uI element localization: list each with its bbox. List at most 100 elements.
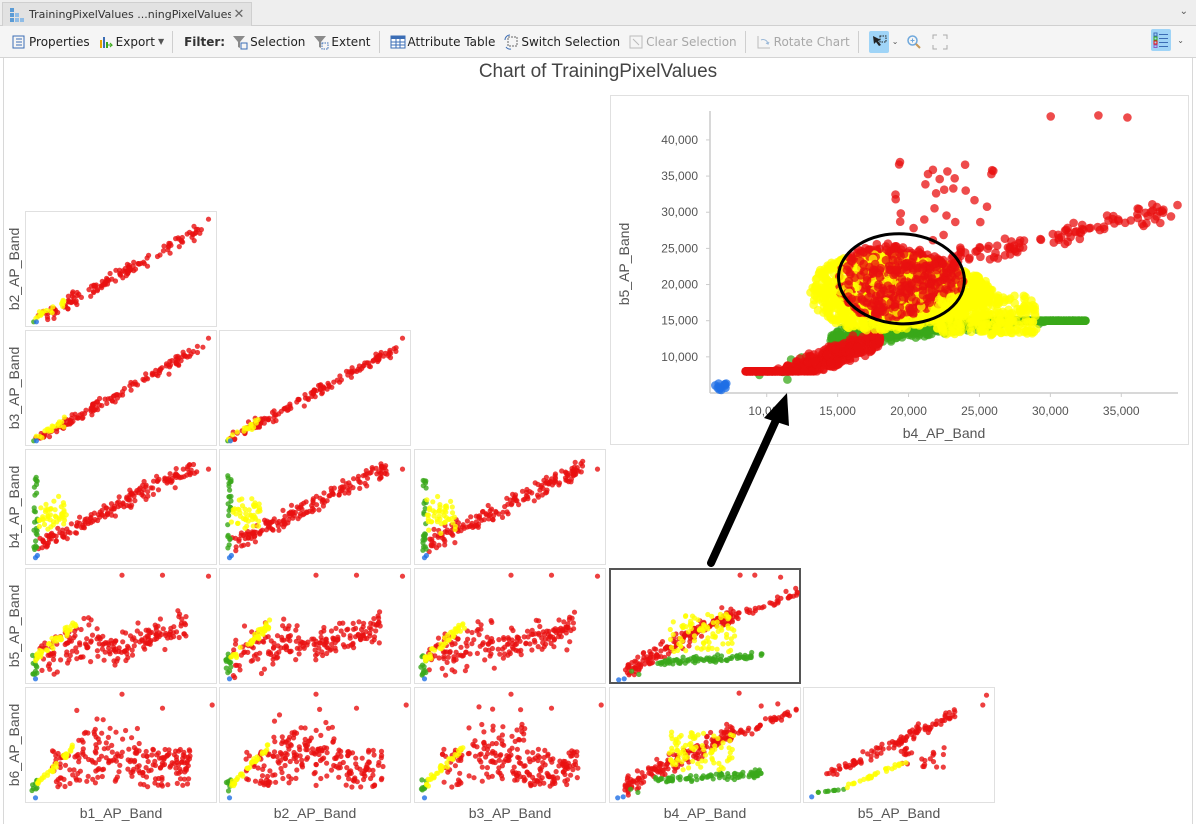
data-point-red — [337, 620, 343, 626]
data-point-red — [92, 749, 98, 755]
data-point-yellow — [706, 639, 712, 645]
matrix-cell-b4_AP_Band-vs-b2_AP_Band[interactable] — [219, 449, 411, 565]
x-tick-label: 10,000 — [748, 404, 785, 418]
filter-extent-button[interactable]: Extent — [310, 30, 373, 54]
attribute-table-button[interactable]: Attribute Table — [387, 30, 499, 54]
data-point-red — [268, 519, 275, 525]
data-point-red — [205, 216, 212, 222]
data-point-red — [375, 613, 381, 619]
data-point-yellow — [44, 647, 51, 654]
matrix-cell-plot — [30, 572, 212, 682]
data-point-red — [61, 776, 67, 782]
matrix-cell-plot — [31, 216, 212, 325]
data-point-red — [301, 403, 307, 409]
matrix-cell-b6_AP_Band-vs-b4_AP_Band[interactable] — [609, 687, 801, 803]
data-point-yellow — [682, 756, 688, 762]
matrix-cell-b6_AP_Band-vs-b2_AP_Band[interactable] — [219, 687, 411, 803]
chevron-down-icon[interactable]: ⌄ — [1180, 6, 1188, 17]
data-point-green — [228, 498, 234, 504]
data-point-red — [276, 760, 282, 766]
matrix-cell-b4_AP_Band-vs-b1_AP_Band[interactable] — [25, 449, 217, 565]
data-point-red — [103, 505, 109, 511]
full-extent-button[interactable] — [929, 30, 953, 54]
switch-selection-icon — [504, 34, 518, 50]
data-point-red — [428, 542, 434, 548]
matrix-cell-b6_AP_Band-vs-b1_AP_Band[interactable] — [25, 687, 217, 803]
data-point-red — [553, 769, 559, 775]
export-button[interactable]: Export ▼ — [95, 30, 167, 54]
data-point-green — [1081, 316, 1090, 325]
matrix-cell-b6_AP_Band-vs-b5_AP_Band[interactable] — [803, 687, 995, 803]
caret-down-icon[interactable]: ⌄ — [1177, 36, 1184, 45]
data-point-red — [295, 516, 301, 522]
data-point-green — [664, 660, 670, 666]
matrix-cell-b3_AP_Band-vs-b2_AP_Band[interactable] — [219, 330, 411, 446]
data-point-red — [435, 635, 442, 641]
data-point-red — [83, 407, 89, 413]
clear-selection-button[interactable]: Clear Selection — [625, 30, 740, 54]
data-point-yellow — [670, 619, 676, 625]
filter-selection-button[interactable]: Selection — [229, 30, 308, 54]
data-point-yellow — [64, 624, 70, 630]
properties-button[interactable]: Properties — [8, 30, 93, 54]
data-point-red — [280, 507, 286, 513]
caret-down-icon[interactable]: ⌄ — [892, 37, 899, 46]
data-point-yellow — [240, 515, 246, 522]
data-point-yellow — [709, 613, 715, 619]
data-point-red — [110, 393, 116, 399]
data-point-yellow — [425, 516, 431, 522]
data-point-red — [721, 729, 727, 735]
data-point-red — [547, 634, 553, 640]
data-point-yellow — [729, 640, 735, 646]
data-point-red — [598, 702, 604, 708]
close-icon[interactable]: ✕ — [231, 7, 247, 22]
matrix-cell-b2_AP_Band-vs-b1_AP_Band[interactable] — [25, 211, 217, 327]
data-point-red — [94, 399, 100, 405]
data-point-red — [311, 771, 317, 777]
tab-chart[interactable]: TrainingPixelValues ...ningPixelValues ✕ — [2, 2, 252, 26]
data-point-red — [233, 548, 239, 554]
data-point-yellow — [714, 624, 720, 630]
data-point-red — [245, 541, 251, 547]
legend-toggle-button[interactable] — [1151, 29, 1172, 51]
data-point-red — [183, 767, 189, 773]
data-point-red — [484, 751, 491, 757]
matrix-cell-b4_AP_Band-vs-b3_AP_Band[interactable] — [414, 449, 606, 565]
data-point-red — [366, 749, 372, 755]
data-point-yellow — [237, 644, 243, 650]
x-tick-label: 15,000 — [819, 404, 856, 418]
matrix-cell-b5_AP_Band-vs-b2_AP_Band[interactable] — [219, 568, 411, 684]
zoom-in-button[interactable] — [903, 30, 927, 54]
data-point-yellow — [710, 620, 716, 626]
enlarged-scatter-chart[interactable]: 10,000 15,000 20,000 25,000 30,000 35,000 40,0… — [610, 95, 1189, 445]
x-tick-label: 20,000 — [890, 404, 927, 418]
data-point-red — [173, 360, 179, 366]
data-point-red — [563, 630, 569, 636]
data-point-red — [345, 626, 351, 632]
data-point-red — [455, 777, 462, 783]
data-point-red — [769, 716, 775, 722]
rotate-chart-button[interactable]: Rotate Chart — [753, 30, 853, 54]
data-point-red — [288, 405, 294, 411]
data-point-red — [89, 632, 96, 638]
data-point-red — [64, 536, 70, 542]
filter-selection-icon — [233, 35, 248, 49]
data-point-red — [106, 758, 112, 764]
data-point-red — [69, 412, 75, 418]
data-point-red — [154, 752, 160, 758]
matrix-cell-b5_AP_Band-vs-b1_AP_Band[interactable] — [25, 568, 217, 684]
data-point-red — [183, 614, 189, 620]
matrix-cell-b5_AP_Band-vs-b3_AP_Band[interactable] — [414, 568, 606, 684]
data-point-red — [51, 652, 57, 658]
data-point-red — [746, 725, 752, 731]
data-point-red — [447, 649, 453, 655]
matrix-cell-b6_AP_Band-vs-b3_AP_Band[interactable] — [414, 687, 606, 803]
switch-selection-button[interactable]: Switch Selection — [500, 30, 623, 54]
data-point-green — [741, 654, 747, 660]
select-tool-button[interactable]: ⌄ — [866, 30, 902, 54]
matrix-cell-b3_AP_Band-vs-b1_AP_Band[interactable] — [25, 330, 217, 446]
data-point-red — [40, 539, 47, 545]
data-point-red — [65, 306, 71, 312]
matrix-cell-b5_AP_Band-vs-b4_AP_Band[interactable] — [609, 568, 801, 684]
data-point-red — [644, 654, 650, 660]
